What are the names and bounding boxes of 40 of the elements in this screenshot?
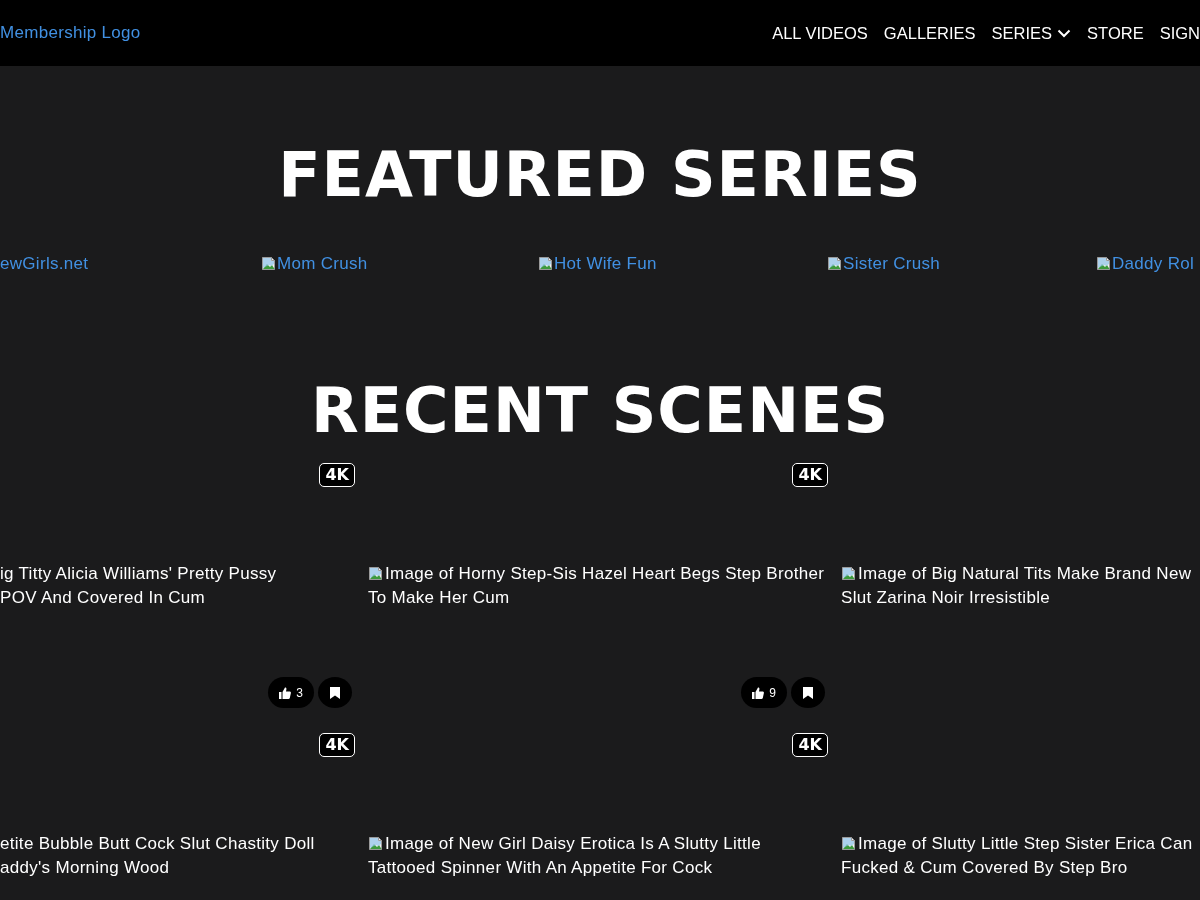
thumbs-up-icon	[279, 686, 292, 699]
broken-image-icon	[841, 836, 857, 852]
broken-image-icon	[261, 256, 277, 272]
quality-badge: 4K	[319, 733, 355, 757]
scene-title[interactable]: Image of Slutty Little Step Sister Erica Can Fucked & Cum Covered By Step Bro	[841, 832, 1193, 880]
featured-link[interactable]: Hot Wife Fun	[538, 252, 657, 276]
featured-link[interactable]: Sister Crush	[827, 252, 941, 276]
scene-title[interactable]: Image of Horny Step-Sis Hazel Heart Begs Step Brother To Make Her Cum	[368, 562, 825, 610]
nav-link[interactable]: SIGN	[1159, 23, 1200, 43]
nav-link[interactable]: STORE	[1087, 23, 1144, 43]
bookmark-button[interactable]	[791, 677, 825, 708]
quality-badge: 4K	[319, 463, 355, 487]
quality-badge: 4K	[792, 733, 828, 757]
chevron-down-icon	[1057, 28, 1072, 38]
broken-image-icon	[368, 566, 384, 582]
scene-title[interactable]: ig Titty Alicia Williams' Pretty Pussy POV And Covered In Cum	[0, 562, 277, 610]
like-button[interactable]: 9	[741, 677, 787, 708]
thumbs-up-icon	[752, 686, 765, 699]
logo-link[interactable]: Membership Logo	[0, 23, 141, 43]
nav-link[interactable]: SERIES	[991, 23, 1072, 43]
section-heading: FEATURED SERIES	[278, 144, 922, 206]
featured-link[interactable]: Daddy Rol	[1096, 252, 1195, 276]
bookmark-button[interactable]	[318, 677, 352, 708]
featured-link[interactable]: ewGirls.net	[0, 252, 89, 276]
broken-image-icon	[841, 566, 857, 582]
scene-title[interactable]: Image of Big Natural Tits Make Brand New Slut Zarina Noir Irresistible	[841, 562, 1192, 610]
featured-link[interactable]: Mom Crush	[261, 252, 368, 276]
broken-image-icon	[1096, 256, 1112, 272]
nav-link[interactable]: ALL VIDEOS	[772, 23, 868, 43]
broken-image-icon	[538, 256, 554, 272]
section-heading: RECENT SCENES	[310, 380, 890, 442]
quality-badge: 4K	[792, 463, 828, 487]
broken-image-icon	[368, 836, 384, 852]
bookmark-icon	[803, 686, 813, 699]
like-button[interactable]: 3	[268, 677, 314, 708]
bookmark-icon	[330, 686, 340, 699]
scene-title[interactable]: etite Bubble Butt Cock Slut Chastity Doll addy's Morning Wood	[0, 832, 315, 880]
nav-link[interactable]: GALLERIES	[883, 23, 976, 43]
scene-title[interactable]: Image of New Girl Daisy Erotica Is A Slutty Little Tattooed Spinner With An Appetite For Cock	[368, 832, 761, 880]
broken-image-icon	[827, 256, 843, 272]
